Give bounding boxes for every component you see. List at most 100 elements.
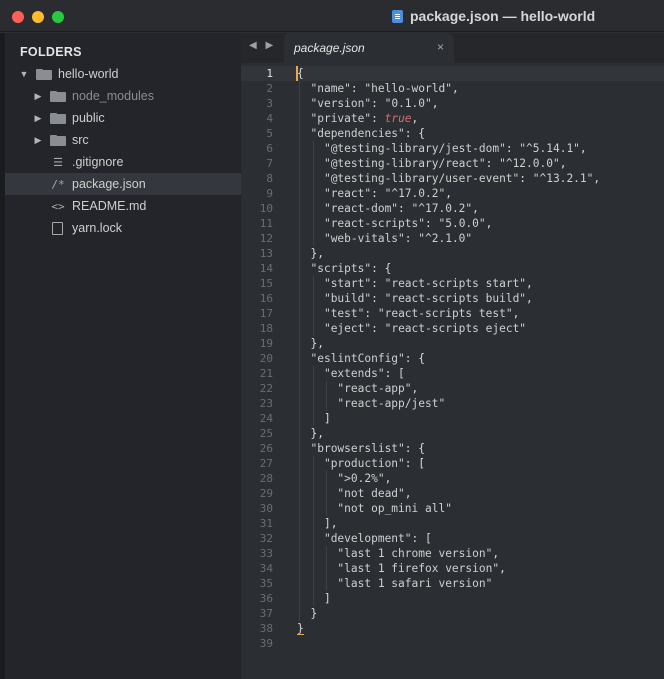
line-number: 21 (259, 367, 273, 380)
code-line: ">0.2%", (297, 471, 391, 486)
code-line: "react": "^17.0.2", (297, 186, 452, 201)
code-token-punc: : { (404, 352, 425, 365)
sidebar-item-label: public (72, 111, 105, 125)
code-token-punc: , (411, 382, 419, 395)
tab-nav-arrows[interactable]: ◀ ▶ (249, 40, 276, 51)
code-token-punc: , (499, 562, 506, 575)
code-token-ws (297, 577, 337, 590)
code-token-str: "react-scripts build" (384, 292, 527, 305)
file-icon (392, 9, 403, 23)
code-token-punc: : [ (384, 367, 405, 380)
code-token-punc: , (445, 187, 452, 200)
code-token-str: "last 1 firefox version" (337, 562, 500, 575)
code-token-punc: , (431, 97, 439, 110)
code-token-str: "^17.0.2" (384, 187, 446, 200)
chevron-right-icon[interactable]: ▶ (33, 113, 43, 124)
code-line: }, (297, 426, 323, 441)
code-token-punc: ] (323, 592, 331, 605)
code-token-key: "browserslist" (310, 442, 405, 455)
comment-icon: /* (51, 177, 65, 191)
code-token-str: "0.1.0" (384, 97, 432, 110)
sidebar-item-package-json[interactable]: /* package.json (5, 173, 241, 195)
chevron-down-icon[interactable]: ▼ (19, 69, 29, 79)
code-token-punc: : (371, 112, 385, 125)
line-number: 10 (259, 202, 273, 215)
code-token-ws (297, 367, 324, 380)
code-line: "@testing-library/react": "^12.0.0", (297, 156, 567, 171)
chevron-right-icon[interactable]: ▶ (33, 91, 43, 102)
code-token-key: "test" (323, 307, 365, 320)
code-line: "react-app/jest" (297, 396, 445, 411)
code-line: "version": "0.1.0", (297, 96, 439, 111)
code-token-ws (297, 322, 324, 335)
code-token-punc: , (559, 157, 567, 170)
code-token-punc: : [ (404, 457, 425, 470)
code-line: ] (297, 591, 331, 606)
code-token-punc: : (485, 157, 500, 170)
code-line: "not op_mini all" (297, 501, 452, 516)
code-token-ws (297, 397, 337, 410)
window-title: package.json — hello-world (392, 8, 595, 24)
code-token-key: "extends" (323, 367, 385, 380)
code-token-ws (297, 472, 337, 485)
code-token-punc: , (485, 217, 493, 230)
code-token-ws (297, 532, 324, 545)
sidebar-item-yarn-lock[interactable]: yarn.lock (5, 217, 241, 239)
code-token-punc: , (512, 307, 520, 320)
code-token-ws (297, 487, 337, 500)
code-token-punc: : (371, 277, 385, 290)
line-number: 2 (266, 82, 273, 95)
code-token-punc: ], (323, 517, 338, 530)
sidebar-item-node-modules[interactable]: ▶ node_modules (5, 85, 241, 107)
line-number: 38 (259, 622, 273, 635)
line-number: 11 (259, 217, 273, 230)
line-number: 5 (266, 127, 273, 140)
line-number: 27 (259, 457, 273, 470)
code-token-key: "react-scripts" (323, 217, 425, 230)
tab-package-json[interactable]: package.json × (284, 33, 454, 63)
code-token-key: "build" (323, 292, 372, 305)
line-number: 29 (259, 487, 273, 500)
code-token-key: "scripts" (310, 262, 372, 275)
close-tab-icon[interactable]: × (437, 40, 444, 54)
code-editor[interactable]: 1 {2 "name": "hello-world", 3 "version": "… (241, 63, 664, 679)
chevron-right-icon[interactable]: ▶ (33, 135, 43, 146)
code-token-str: "^13.2.1" (532, 172, 594, 185)
line-number: 23 (259, 397, 273, 410)
line-number: 20 (259, 352, 273, 365)
minimize-window-button[interactable] (32, 11, 44, 23)
close-window-button[interactable] (12, 11, 24, 23)
sidebar-item-label: hello-world (58, 67, 119, 81)
code-line: "production": [ (297, 456, 425, 471)
code-token-key: "version" (310, 97, 372, 110)
code-token-punc: : [ (411, 532, 432, 545)
maximize-window-button[interactable] (52, 11, 64, 23)
sidebar-item-label: node_modules (72, 89, 155, 103)
code-token-punc: , (451, 82, 459, 95)
code-token-ws (297, 457, 324, 470)
sidebar-item-src[interactable]: ▶ src (5, 129, 241, 151)
sidebar-item-hello-world[interactable]: ▼ hello-world (5, 63, 241, 85)
code-line: "browserslist": { (297, 441, 425, 456)
code-token-str: "last 1 chrome version" (337, 547, 493, 560)
sidebar-item-public[interactable]: ▶ public (5, 107, 241, 129)
code-token-str: "^5.14.1" (519, 142, 580, 155)
code-token-str: "react-scripts eject" (384, 322, 527, 335)
code-token-punc: : (519, 172, 533, 185)
code-line: "react-app", (297, 381, 418, 396)
code-token-key: "@testing-library/react" (323, 157, 486, 170)
sidebar-item-readme-md[interactable]: <> README.md (5, 195, 241, 217)
code-token-punc: , (384, 472, 392, 485)
code-token-punc: , (526, 277, 533, 290)
code-token-ws (297, 412, 324, 425)
sidebar-item-gitignore[interactable]: ☰ .gitignore (5, 151, 241, 173)
indent-guide (312, 276, 314, 336)
code-line: { (297, 66, 304, 81)
code-token-punc: , (492, 547, 500, 560)
code-token-key: "dependencies" (310, 127, 405, 140)
text-cursor (296, 66, 298, 81)
line-number: 33 (259, 547, 273, 560)
code-token-ws (297, 172, 324, 185)
folder-icon (50, 90, 66, 102)
code-token-punc: : (398, 202, 412, 215)
